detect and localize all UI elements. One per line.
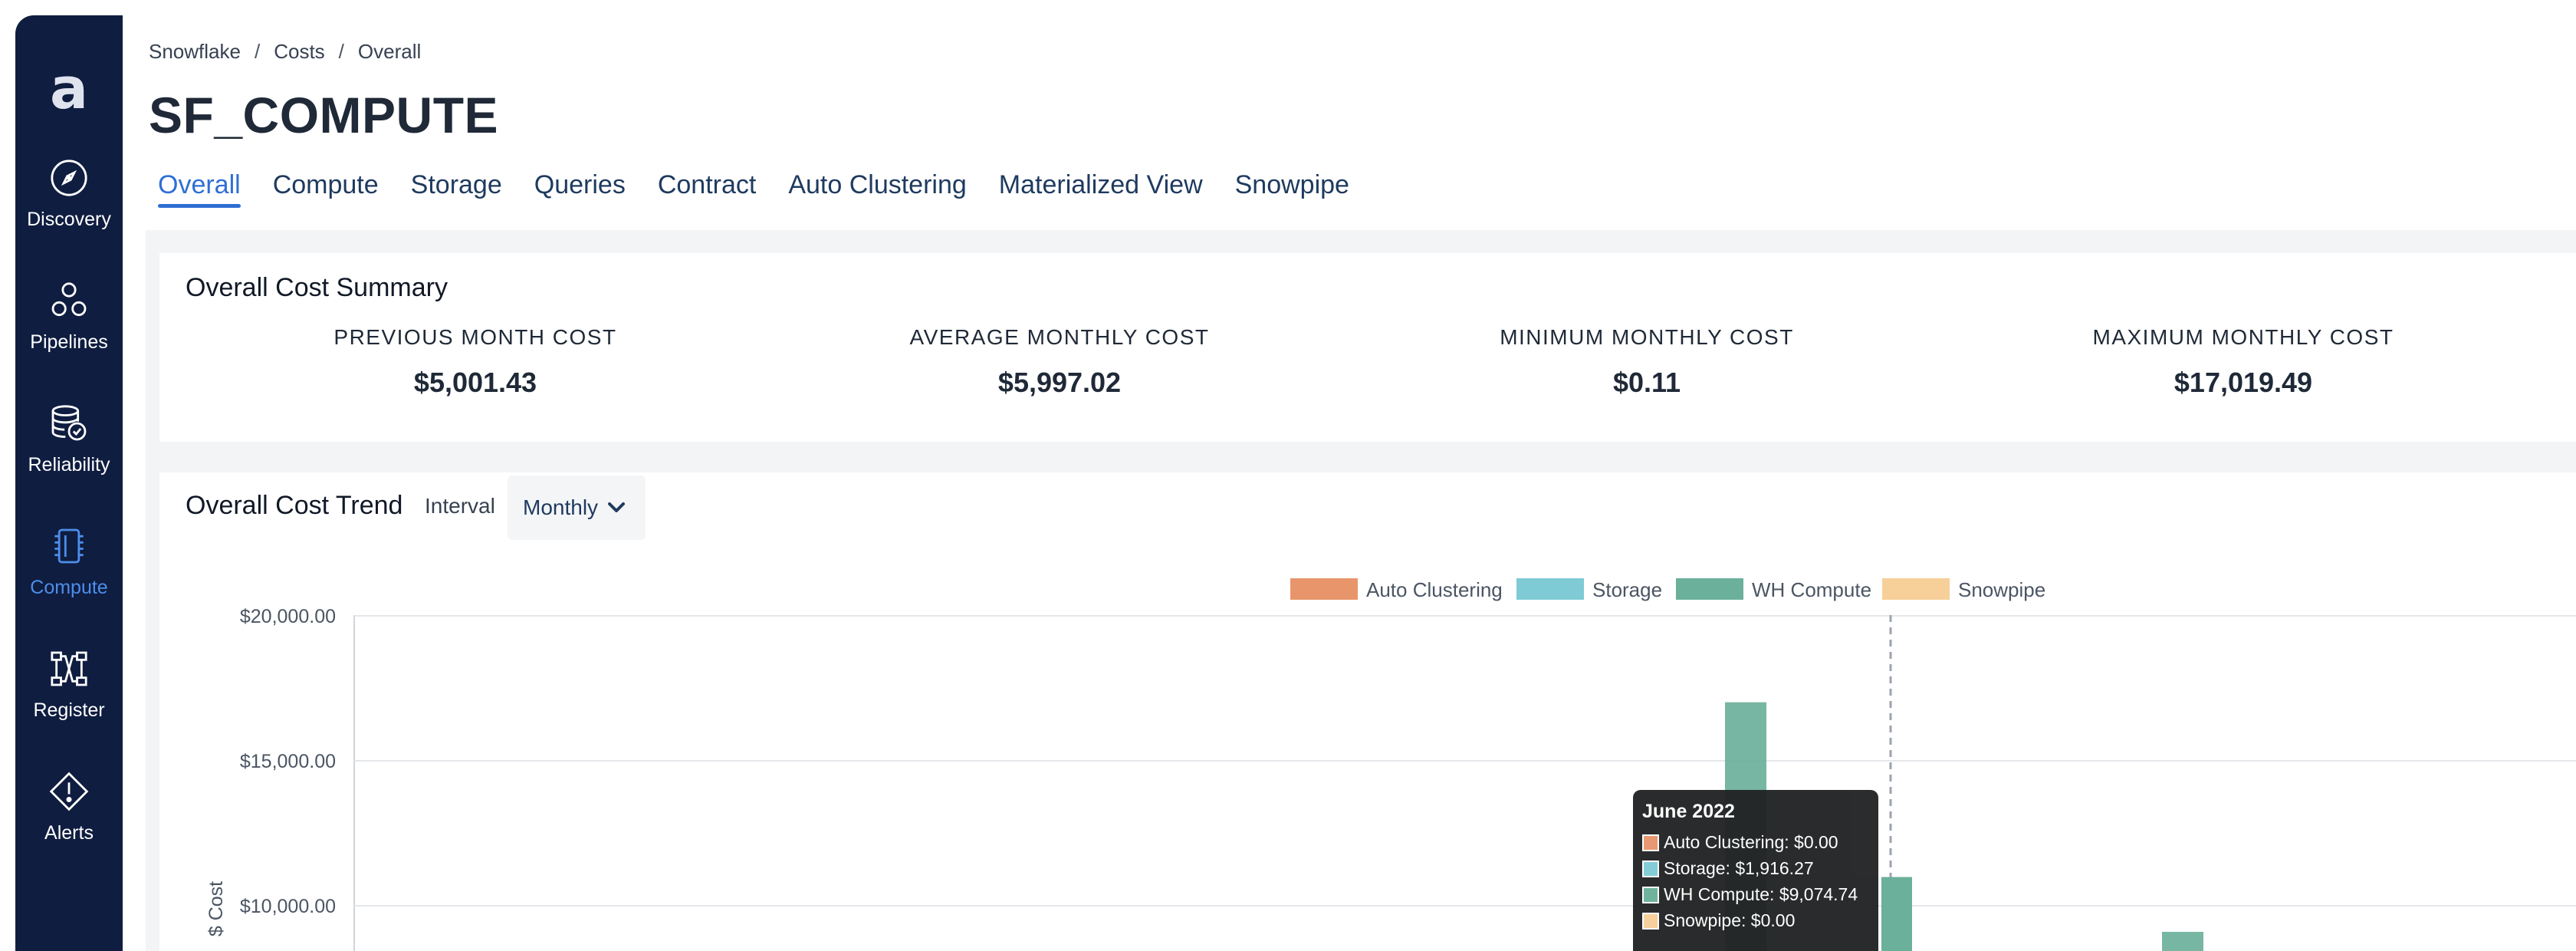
legend-swatch <box>1676 578 1743 600</box>
tooltip-row-text: Storage: $1,916.27 <box>1664 858 1814 878</box>
legend-swatch <box>1882 578 1950 600</box>
bar-wh-compute <box>2162 932 2203 951</box>
tooltip-swatch <box>1642 834 1659 851</box>
tooltip-row-storage: Storage: $1,916.27 <box>1642 858 1869 879</box>
tooltip-row-text: Snowpipe: $0.00 <box>1664 910 1796 930</box>
tooltip-swatch <box>1642 912 1659 930</box>
cost-trend-chart: Auto Clustering Storage WH Compute Snowpipe… <box>205 578 2576 951</box>
tooltip-row-wh-compute: WH Compute: $9,074.74 <box>1642 884 1869 905</box>
tooltip-row-text: Auto Clustering: $0.00 <box>1664 832 1838 852</box>
tooltip-swatch <box>1642 860 1659 877</box>
legend-label: Snowpipe <box>1958 578 2045 601</box>
tooltip-row-auto-clustering: Auto Clustering: $0.00 <box>1642 832 1869 853</box>
tooltip-row-text: WH Compute: $9,074.74 <box>1664 884 1858 904</box>
legend-label: Storage <box>1592 578 1662 601</box>
bar-wh-compute <box>1881 877 1912 951</box>
tooltip-row-snowpipe: Snowpipe: $0.00 <box>1642 910 1869 931</box>
legend-swatch <box>1516 578 1584 600</box>
legend-label: Auto Clustering <box>1366 578 1503 601</box>
y-axis-label: $ Cost <box>205 881 227 936</box>
y-tick-label: $20,000.00 <box>240 606 336 627</box>
legend-label: WH Compute <box>1752 578 1871 601</box>
tooltip-title: June 2022 <box>1642 801 1735 822</box>
y-tick-label: $15,000.00 <box>240 751 336 772</box>
chart-tooltip: June 2022 Auto Clustering: $0.00 Storage… <box>1633 790 1878 951</box>
legend-swatch <box>1290 578 1358 600</box>
y-tick-label: $10,000.00 <box>240 896 336 917</box>
tooltip-swatch <box>1642 886 1659 903</box>
